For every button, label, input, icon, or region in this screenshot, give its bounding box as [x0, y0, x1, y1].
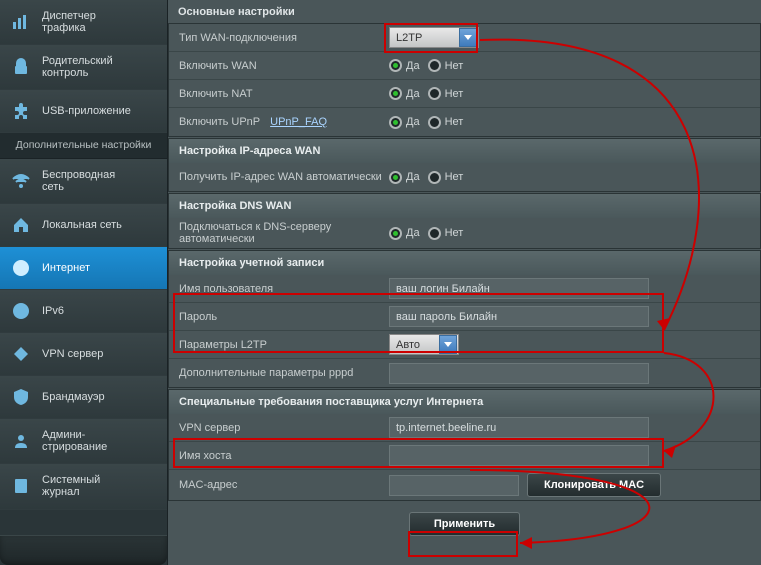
upnp-faq-link[interactable]: UPnP_FAQ — [270, 116, 327, 128]
header-isp: Специальные требования поставщика услуг … — [169, 390, 760, 414]
admin-icon — [10, 430, 32, 452]
sidebar-item-syslog[interactable]: Системный журнал — [0, 464, 167, 509]
label-enable-wan: Включить WAN — [169, 60, 389, 72]
sidebar-item-label: Админи- стрирование — [42, 429, 107, 453]
sidebar-item-ipv6[interactable]: IPv6 — [0, 290, 167, 333]
sidebar-item-usb[interactable]: USB-приложение — [0, 90, 167, 133]
sidebar-section-title: Дополнительные настройки — [0, 133, 167, 159]
username-input[interactable] — [389, 278, 649, 299]
radio-nat-yes[interactable]: Да — [389, 87, 420, 100]
radio-wan-no[interactable]: Нет — [428, 59, 464, 72]
radio-upnp-yes[interactable]: Да — [389, 116, 420, 129]
l2tp-select[interactable]: Авто — [389, 334, 459, 355]
shield-icon — [10, 386, 32, 408]
vpn-server-input[interactable] — [389, 417, 649, 438]
label-username: Имя пользователя — [169, 283, 389, 295]
label-enable-upnp: Включить UPnP UPnP_FAQ — [169, 116, 389, 128]
sidebar-item-label: Системный журнал — [42, 474, 100, 498]
radio-dns-no[interactable]: Нет — [428, 227, 464, 240]
wifi-icon — [10, 170, 32, 192]
chevron-down-icon — [439, 335, 457, 354]
label-l2tp: Параметры L2TP — [169, 339, 389, 351]
sidebar-item-internet[interactable]: Интернет — [0, 247, 167, 290]
sidebar-item-label: Локальная сеть — [42, 219, 122, 231]
password-input[interactable] — [389, 306, 649, 327]
sidebar-item-label: Диспетчер трафика — [42, 10, 96, 34]
sidebar-item-vpn[interactable]: VPN сервер — [0, 333, 167, 376]
globe-icon — [10, 257, 32, 279]
sidebar-item-label: Беспроводная сеть — [42, 169, 115, 193]
label-mac: MAC-адрес — [169, 479, 389, 491]
pppd-input[interactable] — [389, 363, 649, 384]
label-enable-nat: Включить NAT — [169, 88, 389, 100]
sidebar-item-lan[interactable]: Локальная сеть — [0, 204, 167, 247]
header-account: Настройка учетной записи — [169, 251, 760, 275]
label-dns-auto: Подключаться к DNS-серверу автоматически — [169, 221, 389, 245]
radio-upnp-no[interactable]: Нет — [428, 116, 464, 129]
label-wan-ip-auto: Получить IP-адрес WAN автоматически — [169, 171, 389, 183]
sidebar-item-label: VPN сервер — [42, 348, 103, 360]
puzzle-icon — [10, 100, 32, 122]
sidebar-item-wireless[interactable]: Беспроводная сеть — [0, 159, 167, 204]
main-panel: Основные настройки Тип WAN-подключения L… — [168, 0, 761, 565]
notes-icon — [10, 475, 32, 497]
conn-type-select[interactable]: L2TP — [389, 27, 479, 48]
clone-mac-button[interactable]: Клонировать MAC — [527, 473, 661, 497]
header-wan-ip: Настройка IP-адреса WAN — [169, 139, 760, 163]
label-conn-type: Тип WAN-подключения — [169, 32, 389, 44]
sidebar-item-label: Брандмауэр — [42, 391, 105, 403]
radio-dns-yes[interactable]: Да — [389, 227, 420, 240]
radio-nat-no[interactable]: Нет — [428, 87, 464, 100]
l2tp-value: Авто — [396, 339, 420, 351]
conn-type-value: L2TP — [396, 32, 422, 44]
radio-wan-yes[interactable]: Да — [389, 59, 420, 72]
sidebar-item-traffic[interactable]: Диспетчер трафика — [0, 0, 167, 45]
sidebar-item-firewall[interactable]: Брандмауэр — [0, 376, 167, 419]
lock-icon — [10, 56, 32, 78]
chevron-down-icon — [459, 28, 477, 47]
label-vpn-server: VPN сервер — [169, 422, 389, 434]
mac-input[interactable] — [389, 475, 519, 496]
sidebar-item-label: Родительский контроль — [42, 55, 113, 79]
vpn-icon — [10, 343, 32, 365]
sidebar-item-admin[interactable]: Админи- стрирование — [0, 419, 167, 464]
header-basic: Основные настройки — [168, 0, 761, 22]
sidebar-item-label: IPv6 — [42, 305, 64, 317]
sidebar-item-label: USB-приложение — [42, 105, 131, 117]
sidebar-item-parental[interactable]: Родительский контроль — [0, 45, 167, 90]
header-dns: Настройка DNS WAN — [169, 194, 760, 218]
radio-wanip-yes[interactable]: Да — [389, 171, 420, 184]
sidebar: Диспетчер трафика Родительский контроль … — [0, 0, 168, 565]
host-input[interactable] — [389, 445, 649, 466]
ip-icon — [10, 300, 32, 322]
sidebar-item-label: Интернет — [42, 262, 90, 274]
label-password: Пароль — [169, 311, 389, 323]
label-pppd: Дополнительные параметры pppd — [169, 367, 389, 379]
radio-wanip-no[interactable]: Нет — [428, 171, 464, 184]
apply-button[interactable]: Применить — [409, 512, 520, 536]
home-icon — [10, 214, 32, 236]
chart-bars-icon — [10, 11, 32, 33]
label-host: Имя хоста — [169, 450, 389, 462]
